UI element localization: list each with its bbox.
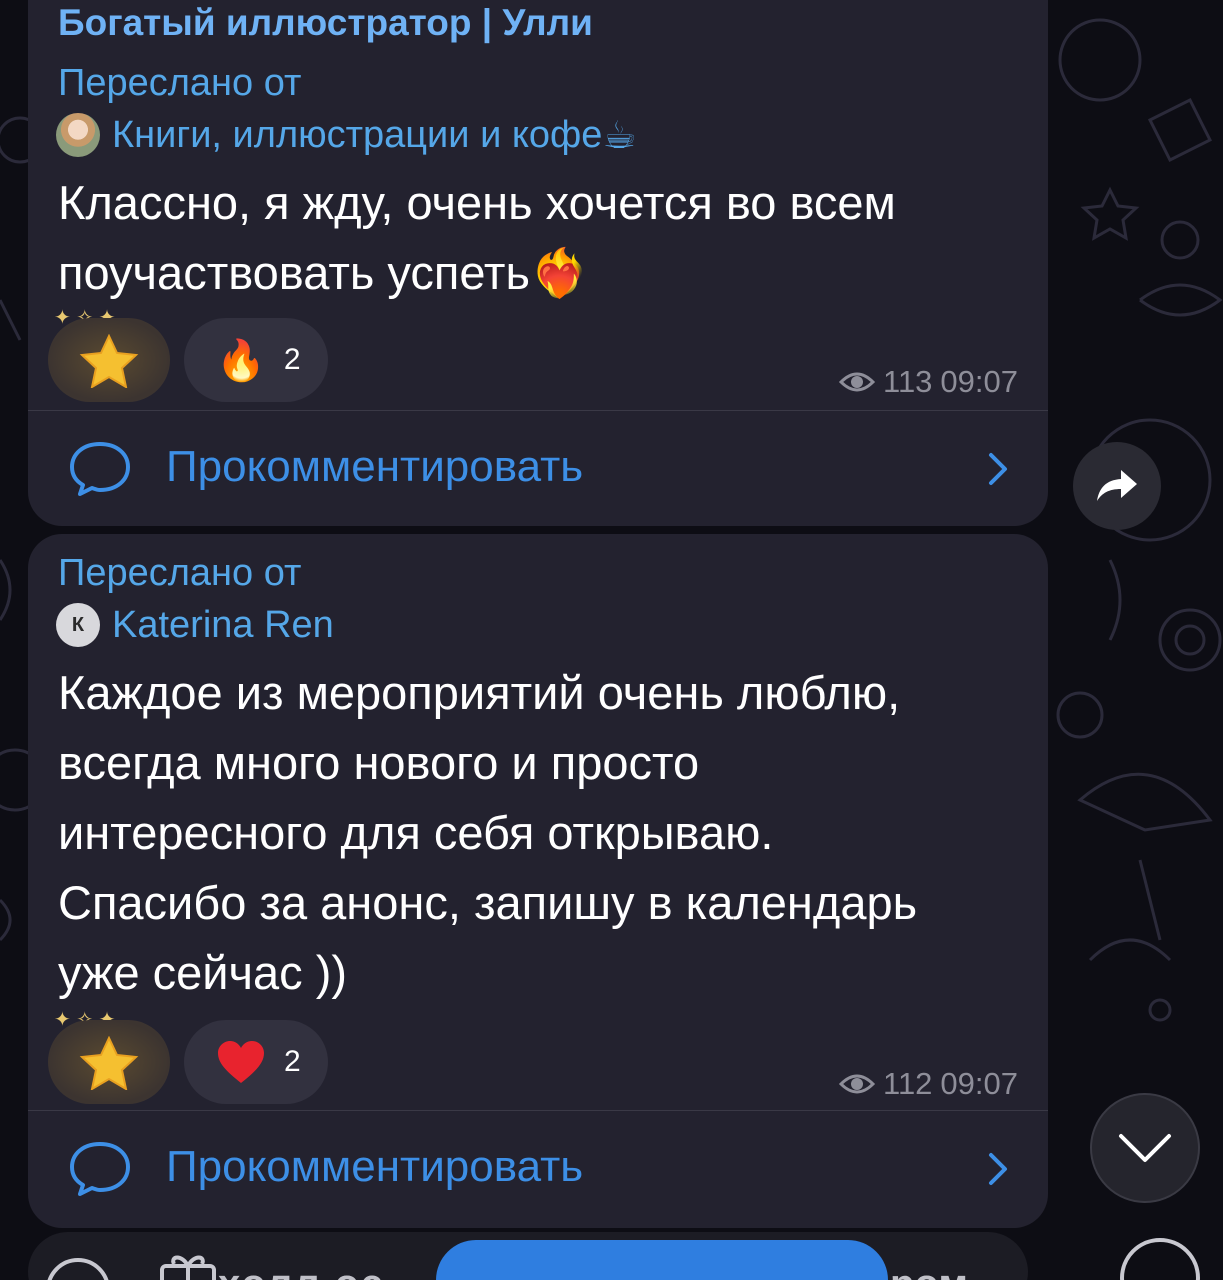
- comment-icon: [70, 442, 130, 496]
- forwarded-label: Переслано от: [58, 552, 302, 594]
- comment-label: Прокомментировать: [166, 1142, 584, 1191]
- message-line: Спасибо за анонс, запишу в календарь: [58, 876, 918, 929]
- reaction-star[interactable]: [48, 1020, 170, 1104]
- chevron-down-icon: [1119, 1134, 1171, 1162]
- divider: [28, 1110, 1048, 1111]
- comment-label: Прокомментировать: [166, 442, 584, 491]
- message-text: Каждое из мероприятий очень люблю, всегд…: [58, 658, 1028, 1008]
- heart-icon: [218, 1041, 264, 1083]
- reaction-fire[interactable]: 🔥 2: [184, 318, 328, 402]
- partial-text: холл ос: [218, 1262, 385, 1280]
- message-line: интересного для себя открываю.: [58, 806, 774, 859]
- fire-icon: 🔥: [216, 337, 266, 384]
- right-circle-button[interactable]: [1120, 1238, 1200, 1280]
- message-line: Каждое из мероприятий очень люблю,: [58, 666, 901, 719]
- source-avatar: [56, 113, 100, 157]
- chevron-right-icon: [989, 1153, 1007, 1185]
- message-time: 09:07: [940, 1066, 1018, 1101]
- reaction-heart[interactable]: 2: [184, 1020, 328, 1104]
- message-line: Классно, я жду, очень хочется во всем: [58, 176, 896, 229]
- message-line: всегда много нового и просто: [58, 736, 700, 789]
- gift-icon[interactable]: [156, 1252, 220, 1280]
- action-pill-button[interactable]: [436, 1240, 888, 1280]
- divider: [28, 410, 1048, 411]
- reaction-star[interactable]: [48, 318, 170, 402]
- comment-button[interactable]: Прокомментировать: [28, 1116, 1048, 1216]
- channel-name[interactable]: Богатый иллюстратор | Улли: [58, 2, 593, 44]
- comment-icon: [70, 1142, 130, 1196]
- coffee-icon: ☕: [602, 113, 637, 157]
- heart-on-fire-icon: ❤️‍🔥: [529, 246, 589, 301]
- reaction-count: 2: [283, 343, 301, 376]
- scroll-to-bottom-button[interactable]: [1090, 1093, 1200, 1203]
- message-text: Классно, я жду, очень хочется во всем по…: [58, 168, 1028, 309]
- view-count: 113: [883, 364, 933, 399]
- message-meta: 112 09:07: [839, 1066, 1018, 1102]
- forwarded-label: Переслано от: [58, 62, 302, 104]
- chevron-right-icon: [989, 453, 1007, 485]
- share-arrow-icon: [1097, 470, 1137, 501]
- forwarded-source[interactable]: К Katerina Ren: [56, 602, 334, 648]
- partial-text: ром: [890, 1262, 968, 1280]
- message-bubble[interactable]: Переслано от К Katerina Ren Каждое из ме…: [28, 534, 1048, 1228]
- share-button[interactable]: [1073, 442, 1161, 530]
- reaction-count: 2: [284, 1045, 301, 1078]
- forwarded-source[interactable]: Книги, иллюстрации и кофе ☕: [56, 112, 637, 158]
- message-line: поучаствовать успеть❤️‍🔥: [58, 246, 589, 301]
- message-time: 09:07: [940, 364, 1018, 399]
- message-bubble[interactable]: Богатый иллюстратор | Улли Переслано от …: [28, 0, 1048, 526]
- star-icon: [79, 334, 139, 388]
- star-icon: [79, 1036, 139, 1090]
- message-line: уже сейчас )): [58, 946, 348, 999]
- forwarded-source-name[interactable]: Katerina Ren: [112, 604, 334, 647]
- message-meta: 113 09:07: [839, 364, 1018, 400]
- comment-button[interactable]: Прокомментировать: [28, 416, 1048, 516]
- eye-icon: [839, 1074, 875, 1094]
- eye-icon: [839, 372, 875, 392]
- source-avatar: К: [56, 603, 100, 647]
- view-count: 112: [883, 1066, 933, 1101]
- forwarded-source-name[interactable]: Книги, иллюстрации и кофе: [112, 114, 602, 157]
